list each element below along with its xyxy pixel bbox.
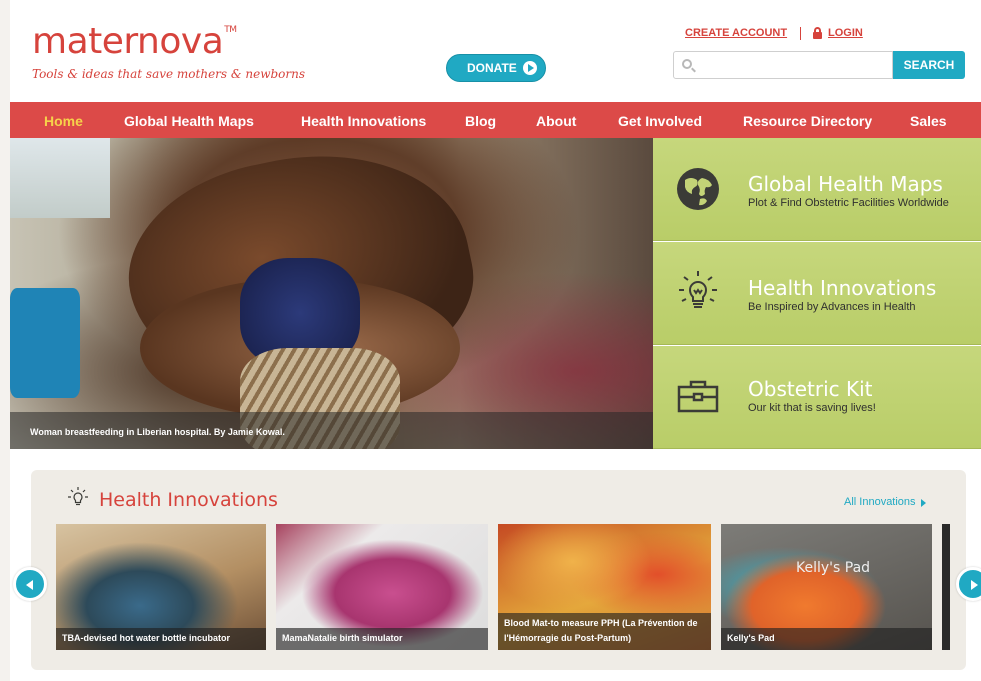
lightbulb-icon bbox=[68, 487, 88, 506]
innovation-card[interactable]: Blood Mat-to measure PPH (La Prévention … bbox=[498, 524, 711, 650]
innovation-card-label: Kelly's Pad bbox=[721, 628, 932, 650]
main-nav: Home Global Health Maps Health Innovatio… bbox=[10, 102, 981, 138]
image-watermark: Kelly's Pad bbox=[796, 560, 871, 576]
nav-item-health-innovations[interactable]: Health Innovations bbox=[301, 113, 426, 129]
search-button[interactable]: SEARCH bbox=[893, 51, 965, 79]
hero-caption-bar: Woman breastfeeding in Liberian hospital… bbox=[10, 412, 653, 449]
innovation-card[interactable]: Kelly's Pad Kelly's Pad bbox=[721, 524, 932, 650]
lock-icon bbox=[813, 27, 822, 39]
innovation-card-label: TBA-devised hot water bottle incubator bbox=[56, 628, 266, 650]
carousel-prev-button[interactable] bbox=[13, 567, 47, 601]
nav-item-about[interactable]: About bbox=[536, 113, 576, 129]
play-arrow-icon bbox=[523, 61, 537, 75]
panel-global-health-maps[interactable]: Global Health Maps Plot & Find Obstetric… bbox=[653, 138, 981, 241]
login-link[interactable]: LOGIN bbox=[828, 27, 863, 39]
panel-health-innovations[interactable]: Health Innovations Be Inspired by Advanc… bbox=[653, 242, 981, 345]
hero-image[interactable]: Woman breastfeeding in Liberian hospital… bbox=[10, 138, 653, 449]
logo-text: maternova bbox=[32, 21, 224, 62]
donate-button[interactable]: DONATE bbox=[446, 54, 546, 82]
nav-item-home[interactable]: Home bbox=[44, 113, 83, 129]
feature-panels: Global Health Maps Plot & Find Obstetric… bbox=[653, 138, 981, 449]
hero-caption: Woman breastfeeding in Liberian hospital… bbox=[30, 427, 285, 437]
header-divider bbox=[800, 27, 801, 40]
panel-title: Health Innovations bbox=[748, 276, 937, 300]
search-icon bbox=[682, 59, 692, 69]
panel-subtitle: Plot & Find Obstetric Facilities Worldwi… bbox=[748, 197, 949, 209]
trademark-mark: TM bbox=[224, 25, 237, 35]
tagline: Tools & ideas that save mothers & newbor… bbox=[32, 67, 306, 81]
lightbulb-icon bbox=[679, 271, 717, 308]
innovation-card[interactable]: MamaNatalie birth simulator bbox=[276, 524, 488, 650]
innovation-card-label: Blood Mat-to measure PPH (La Prévention … bbox=[498, 613, 711, 650]
panel-title: Global Health Maps bbox=[748, 172, 943, 196]
panel-title: Obstetric Kit bbox=[748, 377, 873, 401]
nav-item-global-health-maps[interactable]: Global Health Maps bbox=[124, 113, 254, 129]
innovation-card[interactable]: TBA-devised hot water bottle incubator bbox=[56, 524, 266, 650]
section-title: Health Innovations bbox=[99, 489, 278, 511]
panel-obstetric-kit[interactable]: Obstetric Kit Our kit that is saving liv… bbox=[653, 346, 981, 449]
toolbox-icon bbox=[677, 380, 719, 413]
page: maternovaTM Tools & ideas that save moth… bbox=[10, 0, 981, 681]
donate-label: DONATE bbox=[467, 61, 517, 75]
nav-item-get-involved[interactable]: Get Involved bbox=[618, 113, 702, 129]
logo[interactable]: maternovaTM bbox=[32, 24, 237, 60]
all-innovations-link[interactable]: All Innovations bbox=[844, 496, 926, 508]
innovations-section: Health Innovations All Innovations TBA-d… bbox=[31, 470, 966, 670]
nav-item-sales[interactable]: Sales bbox=[910, 113, 947, 129]
innovation-card-label: MamaNatalie birth simulator bbox=[276, 628, 488, 650]
search-input[interactable] bbox=[700, 55, 888, 75]
nav-item-resource-directory[interactable]: Resource Directory bbox=[743, 113, 872, 129]
create-account-link[interactable]: CREATE ACCOUNT bbox=[685, 27, 787, 39]
innovation-card-partial[interactable] bbox=[942, 524, 950, 650]
panel-subtitle: Be Inspired by Advances in Health bbox=[748, 301, 916, 313]
search-field[interactable] bbox=[673, 51, 893, 79]
nav-item-blog[interactable]: Blog bbox=[465, 113, 496, 129]
panel-subtitle: Our kit that is saving lives! bbox=[748, 402, 876, 414]
globe-icon bbox=[677, 168, 719, 210]
